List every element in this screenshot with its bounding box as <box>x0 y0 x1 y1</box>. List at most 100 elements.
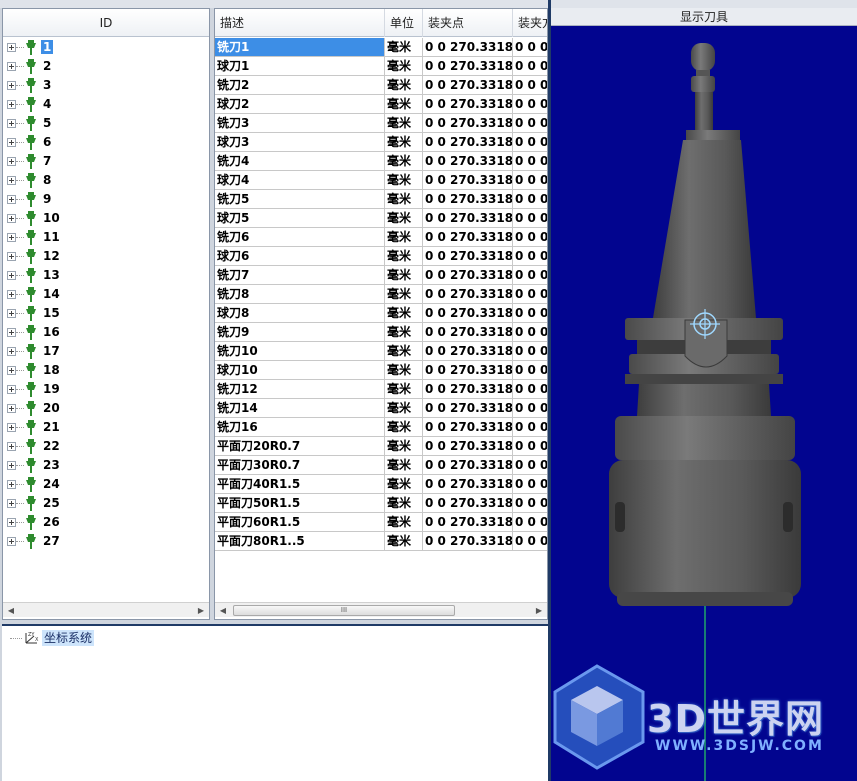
cell-description[interactable]: 平面刀20R0.7 <box>215 437 385 456</box>
scroll-left-arrow-icon[interactable]: ◀ <box>5 605 17 616</box>
table-row[interactable]: 铣刀5毫米0 0 270.3318410 0 0 <box>215 190 547 209</box>
scroll-right-arrow-icon[interactable]: ▶ <box>533 605 545 616</box>
expand-icon[interactable] <box>7 214 16 223</box>
cell-clamp-direction[interactable]: 0 0 0 <box>513 456 547 475</box>
expand-icon[interactable] <box>7 138 16 147</box>
table-row[interactable]: 铣刀9毫米0 0 270.3318410 0 0 <box>215 323 547 342</box>
cell-description[interactable]: 铣刀12 <box>215 380 385 399</box>
expand-icon[interactable] <box>7 252 16 261</box>
tree-item[interactable]: 8 <box>3 171 203 190</box>
table-row[interactable]: 球刀10毫米0 0 270.3318410 0 0 <box>215 361 547 380</box>
cell-clamp-point[interactable]: 0 0 270.331841 <box>423 171 513 190</box>
cell-description[interactable]: 平面刀30R0.7 <box>215 456 385 475</box>
expand-icon[interactable] <box>7 43 16 52</box>
cell-description[interactable]: 平面刀50R1.5 <box>215 494 385 513</box>
scroll-thumb[interactable]: III <box>233 605 455 616</box>
expand-icon[interactable] <box>7 195 16 204</box>
cell-clamp-point[interactable]: 0 0 270.331841 <box>423 38 513 57</box>
tool-holder-render[interactable] <box>551 26 857 781</box>
cell-description[interactable]: 球刀8 <box>215 304 385 323</box>
cell-unit[interactable]: 毫米 <box>385 304 423 323</box>
tree-item[interactable]: 18 <box>3 361 203 380</box>
cell-unit[interactable]: 毫米 <box>385 76 423 95</box>
cell-description[interactable]: 铣刀2 <box>215 76 385 95</box>
column-header-description[interactable]: 描述 <box>215 9 385 37</box>
cell-description[interactable]: 铣刀4 <box>215 152 385 171</box>
table-row[interactable]: 铣刀4毫米0 0 270.3318410 0 0 <box>215 152 547 171</box>
tree-item[interactable]: 12 <box>3 247 203 266</box>
cell-clamp-direction[interactable]: 0 0 0 <box>513 76 547 95</box>
tool-table-pane[interactable]: 描述 单位 装夹点 装夹方 铣刀1毫米0 0 270.3318410 0 0球刀… <box>214 8 548 620</box>
cell-unit[interactable]: 毫米 <box>385 209 423 228</box>
table-row[interactable]: 平面刀50R1.5毫米0 0 270.3318410 0 0 <box>215 494 547 513</box>
cell-clamp-point[interactable]: 0 0 270.331841 <box>423 342 513 361</box>
cell-description[interactable]: 球刀4 <box>215 171 385 190</box>
expand-icon[interactable] <box>7 461 16 470</box>
tree-item[interactable]: 3 <box>3 76 203 95</box>
cell-description[interactable]: 球刀5 <box>215 209 385 228</box>
id-pane-horizontal-scrollbar[interactable]: ◀ ▶ <box>3 602 209 617</box>
cell-clamp-direction[interactable]: 0 0 0 <box>513 399 547 418</box>
cell-clamp-direction[interactable]: 0 0 0 <box>513 57 547 76</box>
expand-icon[interactable] <box>7 366 16 375</box>
scroll-right-arrow-icon[interactable]: ▶ <box>195 605 207 616</box>
tree-item[interactable]: 6 <box>3 133 203 152</box>
cell-clamp-point[interactable]: 0 0 270.331841 <box>423 361 513 380</box>
cell-clamp-point[interactable]: 0 0 270.331841 <box>423 418 513 437</box>
cell-unit[interactable]: 毫米 <box>385 190 423 209</box>
tree-item[interactable]: 20 <box>3 399 203 418</box>
cell-clamp-direction[interactable]: 0 0 0 <box>513 38 547 57</box>
cell-clamp-direction[interactable]: 0 0 0 <box>513 228 547 247</box>
cell-unit[interactable]: 毫米 <box>385 266 423 285</box>
expand-icon[interactable] <box>7 347 16 356</box>
column-header-clamp-direction[interactable]: 装夹方 <box>513 9 547 37</box>
tree-item[interactable]: 22 <box>3 437 203 456</box>
cell-description[interactable]: 铣刀1 <box>215 38 385 57</box>
cell-unit[interactable]: 毫米 <box>385 342 423 361</box>
cell-unit[interactable]: 毫米 <box>385 95 423 114</box>
tree-item[interactable]: 14 <box>3 285 203 304</box>
table-row[interactable]: 铣刀16毫米0 0 270.3318410 0 0 <box>215 418 547 437</box>
table-row[interactable]: 平面刀40R1.5毫米0 0 270.3318410 0 0 <box>215 475 547 494</box>
cell-clamp-point[interactable]: 0 0 270.331841 <box>423 304 513 323</box>
table-row[interactable]: 铣刀2毫米0 0 270.3318410 0 0 <box>215 76 547 95</box>
cell-unit[interactable]: 毫米 <box>385 323 423 342</box>
scroll-left-arrow-icon[interactable]: ◀ <box>217 605 229 616</box>
cell-unit[interactable]: 毫米 <box>385 475 423 494</box>
cell-unit[interactable]: 毫米 <box>385 228 423 247</box>
table-row[interactable]: 平面刀80R1..5毫米0 0 270.3318410 0 0 <box>215 532 547 551</box>
cell-clamp-point[interactable]: 0 0 270.331841 <box>423 266 513 285</box>
cell-unit[interactable]: 毫米 <box>385 114 423 133</box>
cell-clamp-point[interactable]: 0 0 270.331841 <box>423 133 513 152</box>
table-row[interactable]: 铣刀3毫米0 0 270.3318410 0 0 <box>215 114 547 133</box>
cell-unit[interactable]: 毫米 <box>385 133 423 152</box>
table-row[interactable]: 铣刀8毫米0 0 270.3318410 0 0 <box>215 285 547 304</box>
table-row[interactable]: 球刀2毫米0 0 270.3318410 0 0 <box>215 95 547 114</box>
table-row[interactable]: 平面刀20R0.7毫米0 0 270.3318410 0 0 <box>215 437 547 456</box>
cell-unit[interactable]: 毫米 <box>385 57 423 76</box>
expand-icon[interactable] <box>7 404 16 413</box>
cell-unit[interactable]: 毫米 <box>385 418 423 437</box>
cell-clamp-direction[interactable]: 0 0 0 <box>513 190 547 209</box>
tree-item[interactable]: 11 <box>3 228 203 247</box>
cell-clamp-point[interactable]: 0 0 270.331841 <box>423 494 513 513</box>
cell-description[interactable]: 铣刀8 <box>215 285 385 304</box>
expand-icon[interactable] <box>7 423 16 432</box>
cell-clamp-point[interactable]: 0 0 270.331841 <box>423 247 513 266</box>
cell-clamp-point[interactable]: 0 0 270.331841 <box>423 95 513 114</box>
cell-description[interactable]: 平面刀60R1.5 <box>215 513 385 532</box>
cell-description[interactable]: 平面刀40R1.5 <box>215 475 385 494</box>
cell-clamp-direction[interactable]: 0 0 0 <box>513 152 547 171</box>
expand-icon[interactable] <box>7 81 16 90</box>
cell-unit[interactable]: 毫米 <box>385 456 423 475</box>
cell-description[interactable]: 球刀10 <box>215 361 385 380</box>
cell-description[interactable]: 铣刀10 <box>215 342 385 361</box>
cell-clamp-direction[interactable]: 0 0 0 <box>513 95 547 114</box>
cell-clamp-point[interactable]: 0 0 270.331841 <box>423 532 513 551</box>
cell-clamp-point[interactable]: 0 0 270.331841 <box>423 380 513 399</box>
expand-icon[interactable] <box>7 309 16 318</box>
cell-unit[interactable]: 毫米 <box>385 399 423 418</box>
table-row[interactable]: 铣刀12毫米0 0 270.3318410 0 0 <box>215 380 547 399</box>
cell-clamp-direction[interactable]: 0 0 0 <box>513 285 547 304</box>
cell-unit[interactable]: 毫米 <box>385 171 423 190</box>
